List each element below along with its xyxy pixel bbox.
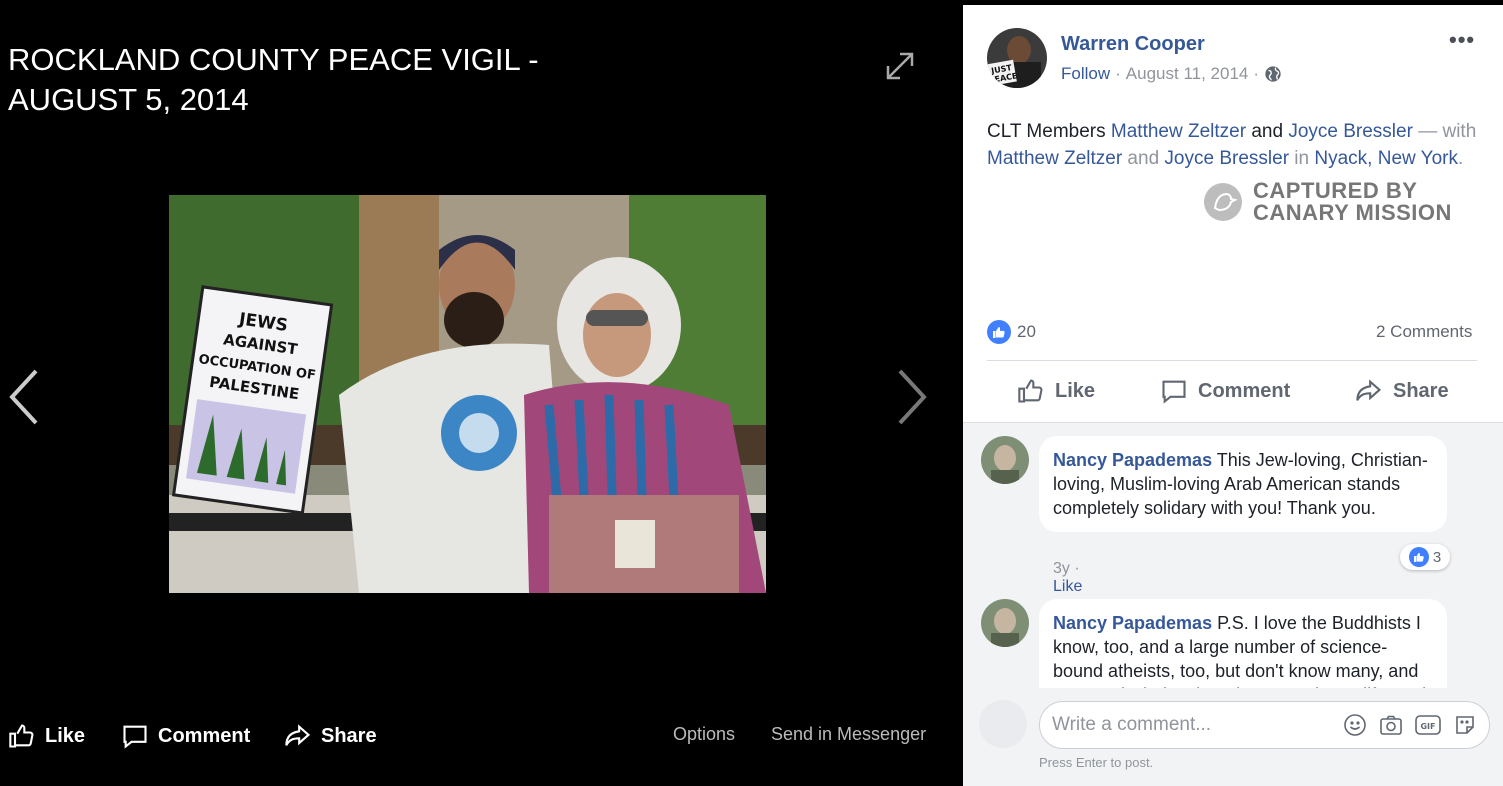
comment-button[interactable]: Comment: [1160, 375, 1290, 407]
current-user-avatar: [979, 700, 1027, 748]
location-link[interactable]: Nyack, New York: [1314, 148, 1458, 169]
share-button[interactable]: Share: [1355, 375, 1449, 407]
comment-like-link[interactable]: Like: [1053, 578, 1082, 595]
like-count: 20: [1017, 322, 1036, 341]
next-photo-arrow-icon[interactable]: [892, 365, 932, 429]
previous-photo-arrow-icon[interactable]: [4, 365, 44, 429]
like-reaction-icon: [987, 320, 1011, 344]
comment-footer: 3y · Like: [1053, 560, 1083, 595]
post-text-and: and: [1246, 121, 1289, 142]
comment-placeholder: Write a comment...: [1052, 714, 1212, 735]
sticker-icon[interactable]: [1453, 713, 1477, 737]
share-icon: [1356, 379, 1382, 401]
follow-link[interactable]: Follow: [1061, 64, 1110, 84]
post-text-prefix: CLT Members: [987, 121, 1111, 142]
expand-icon[interactable]: [884, 50, 916, 82]
options-link[interactable]: Options: [673, 724, 735, 745]
viewer-share-button[interactable]: Share: [284, 712, 377, 760]
commenter-name[interactable]: Nancy Papademas: [1053, 450, 1212, 470]
comment-reaction-count: 3: [1432, 548, 1442, 566]
viewer-like-label: Like: [45, 724, 86, 747]
meta-separator-2: ·: [1253, 64, 1260, 83]
emoji-icon[interactable]: [1343, 713, 1367, 737]
post-meta: Follow · August 11, 2014 ·: [1061, 64, 1282, 84]
post-text-in: in: [1289, 148, 1315, 169]
like-label: Like: [1055, 379, 1096, 402]
viewer-comment-button[interactable]: Comment: [121, 712, 250, 760]
post-date[interactable]: August 11, 2014: [1126, 64, 1249, 84]
comment-reaction-badge[interactable]: 3: [1400, 544, 1450, 570]
globe-icon: [1265, 66, 1281, 82]
photo-viewer-action-bar: Like Comment Share Options Send in Messe…: [0, 712, 963, 760]
reaction-summary[interactable]: 20: [987, 320, 1036, 344]
author-avatar[interactable]: JUST PEACE: [987, 28, 1047, 88]
commenter-name[interactable]: Nancy Papademas: [1053, 613, 1212, 633]
comment-icon: [123, 725, 147, 749]
gif-icon[interactable]: GIF: [1415, 713, 1441, 737]
send-in-messenger-link[interactable]: Send in Messenger: [771, 724, 926, 745]
like-button[interactable]: Like: [1017, 375, 1095, 407]
comment-age[interactable]: 3y: [1053, 560, 1070, 577]
photo-caption: ROCKLAND COUNTY PEACE VIGIL - AUGUST 5, …: [8, 42, 539, 117]
tag-matthew-zeltzer[interactable]: Matthew Zeltzer: [1111, 121, 1246, 142]
with-joyce-bressler[interactable]: Joyce Bressler: [1164, 148, 1289, 169]
comment-list[interactable]: Nancy Papademas This Jew-loving, Christi…: [963, 422, 1503, 688]
comment-icon: [1162, 380, 1186, 404]
post-text-and-2: and: [1122, 148, 1165, 169]
canary-mission-watermark: CAPTURED BY CANARY MISSION: [1203, 180, 1452, 224]
tag-joyce-bressler[interactable]: Joyce Bressler: [1288, 121, 1413, 142]
comment-bubble: Nancy Papademas P.S. I love the Buddhist…: [1039, 599, 1447, 688]
post-photo[interactable]: JEWS AGAINST OCCUPATION OF PALESTINE: [169, 195, 766, 593]
commenter-avatar[interactable]: [981, 599, 1029, 647]
comment-bubble: Nancy Papademas This Jew-loving, Christi…: [1039, 436, 1447, 532]
share-icon: [285, 724, 311, 746]
thumbs-up-icon: [9, 724, 34, 748]
camera-icon[interactable]: [1379, 713, 1403, 737]
svg-text:GIF: GIF: [1420, 722, 1435, 731]
thumbs-up-icon: [1018, 379, 1043, 403]
photo-viewer: ROCKLAND COUNTY PEACE VIGIL - AUGUST 5, …: [0, 0, 963, 786]
viewer-comment-label: Comment: [158, 724, 251, 747]
canary-logo-icon: [1204, 183, 1242, 221]
comment-input[interactable]: Write a comment... GIF: [1039, 701, 1490, 749]
post-text: CLT Members Matthew Zeltzer and Joyce Br…: [987, 118, 1477, 172]
author-name[interactable]: Warren Cooper: [1061, 33, 1205, 56]
viewer-share-label: Share: [321, 724, 377, 747]
viewer-like-button[interactable]: Like: [8, 712, 85, 760]
with-matthew-zeltzer[interactable]: Matthew Zeltzer: [987, 148, 1122, 169]
divider: [987, 360, 1477, 361]
comments-count-link[interactable]: 2 Comments: [1376, 322, 1472, 342]
share-label: Share: [1393, 379, 1449, 402]
post-text-with: — with: [1412, 121, 1477, 142]
comment-label: Comment: [1198, 379, 1291, 402]
commenter-avatar[interactable]: [981, 436, 1029, 484]
watermark-line-1: CAPTURED BY: [1253, 178, 1418, 203]
press-enter-hint: Press Enter to post.: [1039, 755, 1154, 770]
more-options-icon[interactable]: •••: [1449, 27, 1475, 53]
like-reaction-icon: [1408, 547, 1429, 567]
meta-separator: ·: [1115, 64, 1121, 83]
watermark-line-2: CANARY MISSION: [1253, 200, 1452, 225]
post-side-panel: JUST PEACE Warren Cooper Follow · August…: [963, 5, 1503, 786]
comment-composer: Write a comment... GIF Press Enter to po…: [963, 688, 1503, 786]
post-text-end: .: [1458, 148, 1464, 169]
